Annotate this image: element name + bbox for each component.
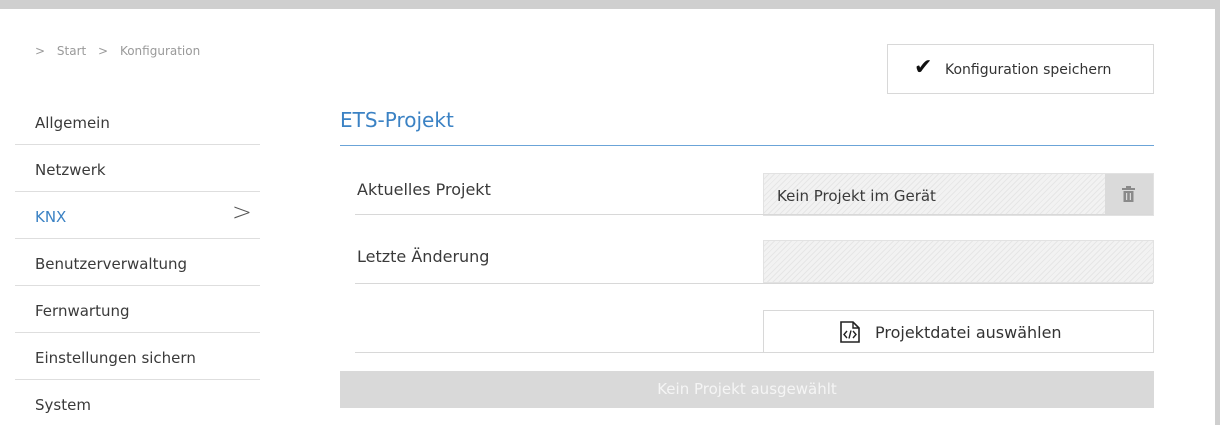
- sidebar-item-label: Benutzerverwaltung: [35, 255, 187, 273]
- sidebar-item-label: Fernwartung: [35, 302, 130, 320]
- save-button-label: Konfiguration speichern: [945, 62, 1112, 78]
- sidebar-item-system[interactable]: System: [15, 380, 260, 427]
- sidebar-nav: Allgemein Netzwerk KNX > Benutzerverwalt…: [15, 98, 260, 427]
- delete-project-button[interactable]: [1105, 174, 1153, 215]
- current-project-label: Aktuelles Projekt: [357, 180, 491, 199]
- sidebar-item-einstellungen-sichern[interactable]: Einstellungen sichern: [15, 333, 260, 380]
- sidebar-item-netzwerk[interactable]: Netzwerk: [15, 145, 260, 192]
- code-file-icon: [840, 321, 860, 343]
- trash-icon: [1122, 186, 1135, 202]
- current-project-value: Kein Projekt im Gerät: [777, 187, 936, 205]
- sidebar-item-label: Allgemein: [35, 114, 110, 132]
- last-change-field: [763, 240, 1154, 283]
- select-project-file-button[interactable]: Projektdatei auswählen: [763, 310, 1154, 353]
- breadcrumb-separator: >: [98, 44, 109, 58]
- section-title: ETS-Projekt: [340, 108, 454, 132]
- select-file-label: Projektdatei auswählen: [875, 323, 1062, 342]
- sidebar-item-label: System: [35, 396, 91, 414]
- save-configuration-button[interactable]: ✔ Konfiguration speichern: [887, 44, 1154, 94]
- row-divider: [355, 214, 1153, 215]
- chevron-right-icon: >: [231, 198, 252, 226]
- current-project-field: Kein Projekt im Gerät: [763, 173, 1154, 216]
- breadcrumb: > Start > Konfiguration: [35, 44, 208, 58]
- last-change-label: Letzte Änderung: [357, 247, 490, 266]
- section-divider: [340, 145, 1154, 146]
- sidebar-item-benutzerverwaltung[interactable]: Benutzerverwaltung: [15, 239, 260, 286]
- upload-project-button-disabled[interactable]: Kein Projekt ausgewählt: [340, 371, 1154, 408]
- sidebar-item-allgemein[interactable]: Allgemein: [15, 98, 260, 145]
- breadcrumb-konfiguration[interactable]: Konfiguration: [120, 44, 200, 58]
- sidebar-item-label: KNX: [35, 208, 67, 226]
- row-divider: [355, 352, 1153, 353]
- sidebar-item-fernwartung[interactable]: Fernwartung: [15, 286, 260, 333]
- breadcrumb-separator: >: [35, 44, 46, 58]
- checkmark-icon: ✔: [914, 55, 933, 80]
- right-border: [1215, 0, 1220, 425]
- sidebar-item-label: Netzwerk: [35, 161, 106, 179]
- sidebar-item-knx[interactable]: KNX >: [15, 192, 260, 239]
- top-border: [0, 0, 1220, 9]
- sidebar-item-label: Einstellungen sichern: [35, 349, 196, 367]
- breadcrumb-start[interactable]: Start: [57, 44, 86, 58]
- row-divider: [355, 283, 1153, 284]
